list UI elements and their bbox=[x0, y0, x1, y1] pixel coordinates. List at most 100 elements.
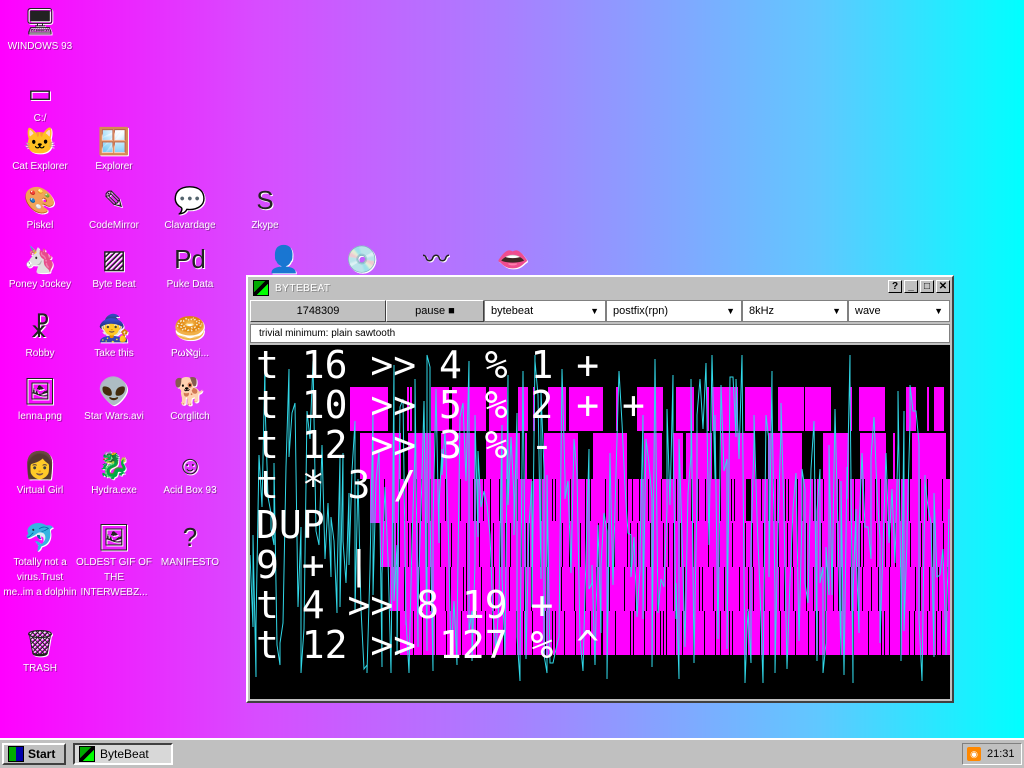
start-button[interactable]: Start bbox=[2, 743, 66, 765]
clock: 21:31 bbox=[987, 748, 1015, 760]
desktop-icon[interactable]: 👄 bbox=[475, 242, 551, 277]
desktop-icon[interactable]: 🐉 Hydra.exe bbox=[76, 448, 152, 498]
help-button[interactable]: ? bbox=[888, 280, 902, 293]
start-logo-icon bbox=[8, 746, 24, 762]
wave-block bbox=[667, 567, 673, 611]
desktop-icon[interactable]: 💬 Clavardage bbox=[152, 183, 228, 233]
desktop-icon[interactable]: 〰 bbox=[398, 242, 474, 277]
wave-block bbox=[581, 521, 585, 567]
computer-icon: 🖥 bbox=[23, 6, 57, 36]
desktop-icon-label: OLDEST GIF OF THE INTERWEBZ... bbox=[76, 557, 152, 598]
desktop-icon[interactable]: 🐱 Cat Explorer bbox=[2, 124, 78, 174]
rate-select[interactable]: 8kHz ▼ bbox=[742, 300, 848, 322]
wave-block bbox=[405, 479, 407, 523]
notation-value: postfix(rpn) bbox=[613, 305, 669, 317]
window-title: BYTEBEAT bbox=[275, 282, 331, 294]
desktop-icon[interactable]: 🐕 Corglitch bbox=[152, 374, 228, 424]
wave-block bbox=[553, 611, 555, 655]
music-icon: 💿 bbox=[345, 244, 379, 274]
desktop-icon[interactable]: 🎨 Piskel bbox=[2, 183, 78, 233]
wave-block bbox=[705, 611, 715, 655]
wave-block bbox=[644, 433, 662, 479]
wave-block bbox=[436, 611, 446, 655]
desktop-icon[interactable]: 👩 Virtual Girl bbox=[2, 448, 78, 498]
wave-block bbox=[350, 387, 388, 431]
wave-block bbox=[628, 521, 630, 567]
desktop-icon[interactable]: 🗑 TRASH bbox=[2, 626, 78, 676]
desktop-icon[interactable]: ☺ Acid Box 93 bbox=[152, 448, 228, 498]
wave-block bbox=[484, 479, 490, 523]
view-select[interactable]: wave ▼ bbox=[848, 300, 950, 322]
desktop-icon[interactable]: 🖥 WINDOWS 93 bbox=[2, 4, 78, 54]
desktop-icon-label: Robby bbox=[25, 348, 55, 359]
wave-block bbox=[859, 387, 885, 431]
wave-block bbox=[699, 479, 705, 523]
waveform-display[interactable]: t 16 >> 4 % 1 + t 10 >> 5 % 2 + + t 12 >> … bbox=[250, 345, 950, 699]
robby-icon: ☧ bbox=[29, 313, 51, 343]
pause-button[interactable]: pause ■ bbox=[386, 300, 484, 322]
wave-block bbox=[633, 479, 639, 523]
chevron-down-icon: ▼ bbox=[934, 306, 943, 316]
desktop-icon-label: Zkype bbox=[251, 220, 279, 231]
bytebeat-app-icon bbox=[253, 280, 269, 296]
close-button[interactable]: ✕ bbox=[936, 280, 950, 293]
desktop-icon[interactable]: 👤 bbox=[246, 242, 322, 277]
desktop-icon[interactable]: 🪟 Explorer bbox=[76, 124, 152, 174]
wave-block bbox=[420, 567, 430, 611]
wave-block bbox=[616, 611, 630, 655]
mode-select[interactable]: bytebeat ▼ bbox=[484, 300, 606, 322]
desktop-icon[interactable]: 🖼 lenna.png bbox=[2, 374, 78, 424]
wave-block bbox=[948, 567, 950, 611]
wave-block bbox=[565, 611, 575, 655]
desktop-icon[interactable]: ✎ CodeMirror bbox=[76, 183, 152, 233]
wave-block bbox=[667, 611, 675, 655]
corglitch-icon: 🐕 bbox=[173, 376, 207, 406]
wave-block bbox=[385, 479, 399, 523]
desktop-icon[interactable]: 👽 Star Wars.avi bbox=[76, 374, 152, 424]
wave-block bbox=[700, 567, 702, 611]
desktop-icon[interactable]: 🖼 OLDEST GIF OF THE INTERWEBZ... bbox=[76, 520, 152, 600]
wave-block bbox=[826, 611, 840, 655]
taskbar-item-bytebeat[interactable]: ByteBeat bbox=[73, 743, 173, 765]
wave-block bbox=[563, 521, 569, 567]
desktop-icon[interactable]: ☧ Robby bbox=[2, 311, 78, 361]
piskel-icon: 🎨 bbox=[23, 185, 57, 215]
wave-block bbox=[576, 611, 590, 655]
desktop-icon-label: Piskel bbox=[26, 220, 54, 231]
desktop-icon-label: Hydra.exe bbox=[91, 485, 137, 496]
take-this-icon: 🧙 bbox=[97, 313, 131, 343]
rss-icon[interactable]: ◉ bbox=[967, 747, 981, 761]
wave-block bbox=[625, 567, 635, 611]
desktop-icon[interactable]: ? MANIFESTO bbox=[152, 520, 228, 570]
desktop-icon[interactable]: Pd Puke Data bbox=[152, 242, 228, 292]
desktop-icon[interactable]: 🧙 Take this bbox=[76, 311, 152, 361]
desktop-icon[interactable]: 🦄 Poney Jockey bbox=[2, 242, 78, 292]
notation-select[interactable]: postfix(rpn) ▼ bbox=[606, 300, 742, 322]
time-counter-button[interactable]: 1748309 bbox=[250, 300, 386, 322]
wave-block bbox=[893, 433, 895, 479]
desktop-icon[interactable]: 🥯 Pωℵgi... bbox=[152, 311, 228, 361]
desktop-icon-label: WINDOWS 93 bbox=[7, 41, 73, 52]
explorer-icon: 🪟 bbox=[97, 126, 131, 156]
desktop-icon[interactable]: ▭ C:/ bbox=[2, 76, 78, 126]
title-bar[interactable]: BYTEBEAT ? _ □ ✕ bbox=[250, 279, 950, 297]
desktop-icon-label: TRASH bbox=[23, 663, 57, 674]
wave-block bbox=[928, 611, 936, 655]
desktop-icon[interactable]: 💿 bbox=[324, 242, 400, 277]
desktop-icon[interactable]: 🐬 Totally not a virus.Trust me..im a dolp… bbox=[2, 520, 78, 600]
maximize-button[interactable]: □ bbox=[920, 280, 934, 293]
wave-block bbox=[709, 521, 719, 567]
system-tray: ◉ 21:31 bbox=[962, 743, 1022, 765]
desktop-icon[interactable]: S Zkype bbox=[227, 183, 303, 233]
wave-block bbox=[872, 567, 878, 611]
dolphin-icon: 🐬 bbox=[23, 522, 57, 552]
minimize-button[interactable]: _ bbox=[904, 280, 918, 293]
desktop: 🖥 WINDOWS 93 ▭ C:/🐱 Cat Explorer 🪟 Explorer 🎨 Pi… bbox=[0, 0, 1024, 738]
desktop-icon[interactable]: ▨ Byte Beat bbox=[76, 242, 152, 292]
wave-block bbox=[720, 521, 732, 567]
wave-block bbox=[631, 611, 633, 655]
image-file-icon: 🖼 bbox=[23, 376, 57, 406]
wave-block bbox=[637, 387, 663, 431]
desktop-icon-label: CodeMirror bbox=[88, 220, 139, 231]
wave-block bbox=[805, 387, 831, 431]
